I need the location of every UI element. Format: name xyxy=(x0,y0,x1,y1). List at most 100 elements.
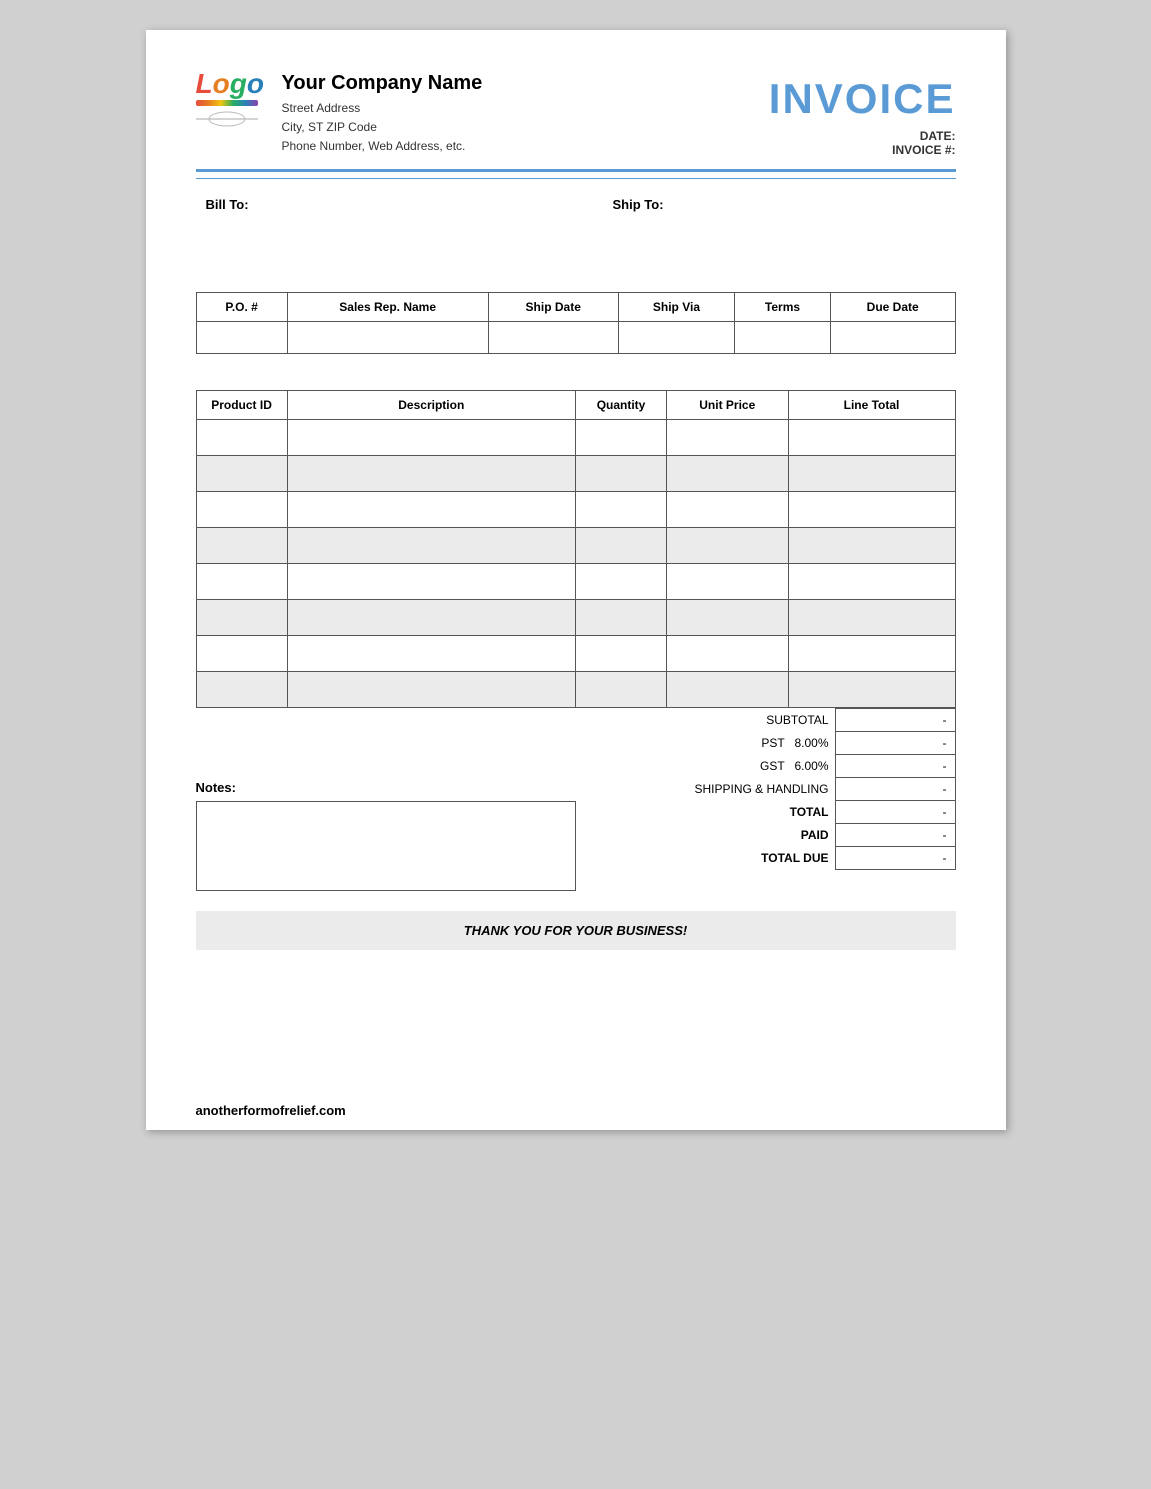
pr-id xyxy=(196,600,287,636)
pr-total xyxy=(788,600,955,636)
pr-qty xyxy=(575,636,666,672)
po-col-due-date: Due Date xyxy=(830,293,955,322)
product-row xyxy=(196,600,955,636)
po-cell-due-date xyxy=(830,322,955,354)
pst-label-cell: PST 8.00% xyxy=(545,732,835,755)
pr-total xyxy=(788,636,955,672)
product-row xyxy=(196,456,955,492)
subtotal-row: SUBTOTAL - xyxy=(545,709,955,732)
pr-id xyxy=(196,456,287,492)
logo-decoration xyxy=(196,108,258,130)
product-table: Product ID Description Quantity Unit Pri… xyxy=(196,390,956,708)
po-col-sales-rep: Sales Rep. Name xyxy=(287,293,488,322)
product-row xyxy=(196,672,955,708)
gst-label-cell: GST 6.00% xyxy=(545,755,835,778)
prod-col-line-total: Line Total xyxy=(788,391,955,420)
pr-price xyxy=(667,420,788,456)
pr-qty xyxy=(575,420,666,456)
po-col-po: P.O. # xyxy=(196,293,287,322)
po-col-ship-date: Ship Date xyxy=(488,293,618,322)
ship-to-label: Ship To: xyxy=(613,197,946,212)
subtotal-label: SUBTOTAL xyxy=(545,709,835,732)
paid-value: - xyxy=(835,824,955,847)
divider-blue xyxy=(196,169,956,172)
bill-to-section: Bill To: xyxy=(206,197,539,262)
logo-underline xyxy=(196,100,258,106)
prod-col-desc: Description xyxy=(287,391,575,420)
prod-col-qty: Quantity xyxy=(575,391,666,420)
notes-box[interactable] xyxy=(196,801,576,891)
pr-total xyxy=(788,528,955,564)
shipping-label: SHIPPING & HANDLING xyxy=(545,778,835,801)
company-header: Logo Your Company Name Street Address Ci… xyxy=(196,70,483,157)
notes-section: Notes: xyxy=(196,780,576,891)
header: Logo Your Company Name Street Address Ci… xyxy=(196,70,956,157)
pr-price xyxy=(667,564,788,600)
pr-id xyxy=(196,672,287,708)
pr-id xyxy=(196,636,287,672)
address-line2: City, ST ZIP Code xyxy=(282,118,483,137)
pr-qty xyxy=(575,528,666,564)
gst-value: - xyxy=(835,755,955,778)
thank-you-bar: THANK YOU FOR YOUR BUSINESS! xyxy=(196,911,956,950)
divider-thin xyxy=(196,178,956,179)
logo-text: Logo xyxy=(196,70,268,98)
address-line3: Phone Number, Web Address, etc. xyxy=(282,137,483,156)
prod-col-id: Product ID xyxy=(196,391,287,420)
notes-label: Notes: xyxy=(196,780,576,795)
total-row: TOTAL - xyxy=(545,801,955,824)
pst-label: PST xyxy=(761,736,784,750)
pr-qty xyxy=(575,492,666,528)
pr-total xyxy=(788,492,955,528)
pr-id xyxy=(196,492,287,528)
pr-desc xyxy=(287,528,575,564)
shipping-value: - xyxy=(835,778,955,801)
pr-price xyxy=(667,492,788,528)
total-due-label: TOTAL DUE xyxy=(545,847,835,870)
product-row xyxy=(196,420,955,456)
invoice-page: Logo Your Company Name Street Address Ci… xyxy=(146,30,1006,1130)
po-cell-terms xyxy=(735,322,831,354)
subtotal-value: - xyxy=(835,709,955,732)
pr-id xyxy=(196,420,287,456)
footer-url: anotherformofrelief.com xyxy=(196,1103,346,1118)
total-value: - xyxy=(835,801,955,824)
total-due-row: TOTAL DUE - xyxy=(545,847,955,870)
logo: Logo xyxy=(196,70,268,142)
pr-total xyxy=(788,456,955,492)
po-col-ship-via: Ship Via xyxy=(618,293,734,322)
pr-price xyxy=(667,672,788,708)
pr-total xyxy=(788,564,955,600)
pr-price xyxy=(667,528,788,564)
po-cell-ship-date xyxy=(488,322,618,354)
paid-label: PAID xyxy=(545,824,835,847)
pr-id xyxy=(196,528,287,564)
gst-label: GST xyxy=(760,759,784,773)
pr-desc xyxy=(287,600,575,636)
pr-desc xyxy=(287,420,575,456)
totals-table: SUBTOTAL - PST 8.00% - GST 6.00% - xyxy=(545,708,955,870)
footer-url-text: anotherformofrelief.com xyxy=(196,1103,346,1118)
pr-price xyxy=(667,600,788,636)
pr-id xyxy=(196,564,287,600)
pr-qty xyxy=(575,672,666,708)
address-line1: Street Address xyxy=(282,99,483,118)
total-due-value: - xyxy=(835,847,955,870)
pst-row: PST 8.00% - xyxy=(545,732,955,755)
invoice-num-row: INVOICE #: xyxy=(769,143,956,157)
pst-rate: 8.00% xyxy=(794,736,828,750)
pr-qty xyxy=(575,456,666,492)
header-right: INVOICE DATE: INVOICE #: xyxy=(769,70,956,157)
paid-row: PAID - xyxy=(545,824,955,847)
shipping-row: SHIPPING & HANDLING - xyxy=(545,778,955,801)
company-info: Your Company Name Street Address City, S… xyxy=(282,70,483,157)
product-row xyxy=(196,636,955,672)
po-col-terms: Terms xyxy=(735,293,831,322)
gst-row: GST 6.00% - xyxy=(545,755,955,778)
invoice-title: INVOICE xyxy=(769,75,956,123)
ship-to-section: Ship To: xyxy=(613,197,946,262)
po-cell-ship-via xyxy=(618,322,734,354)
bill-ship-row: Bill To: Ship To: xyxy=(196,197,956,262)
product-row xyxy=(196,528,955,564)
date-label: DATE: xyxy=(920,129,956,143)
